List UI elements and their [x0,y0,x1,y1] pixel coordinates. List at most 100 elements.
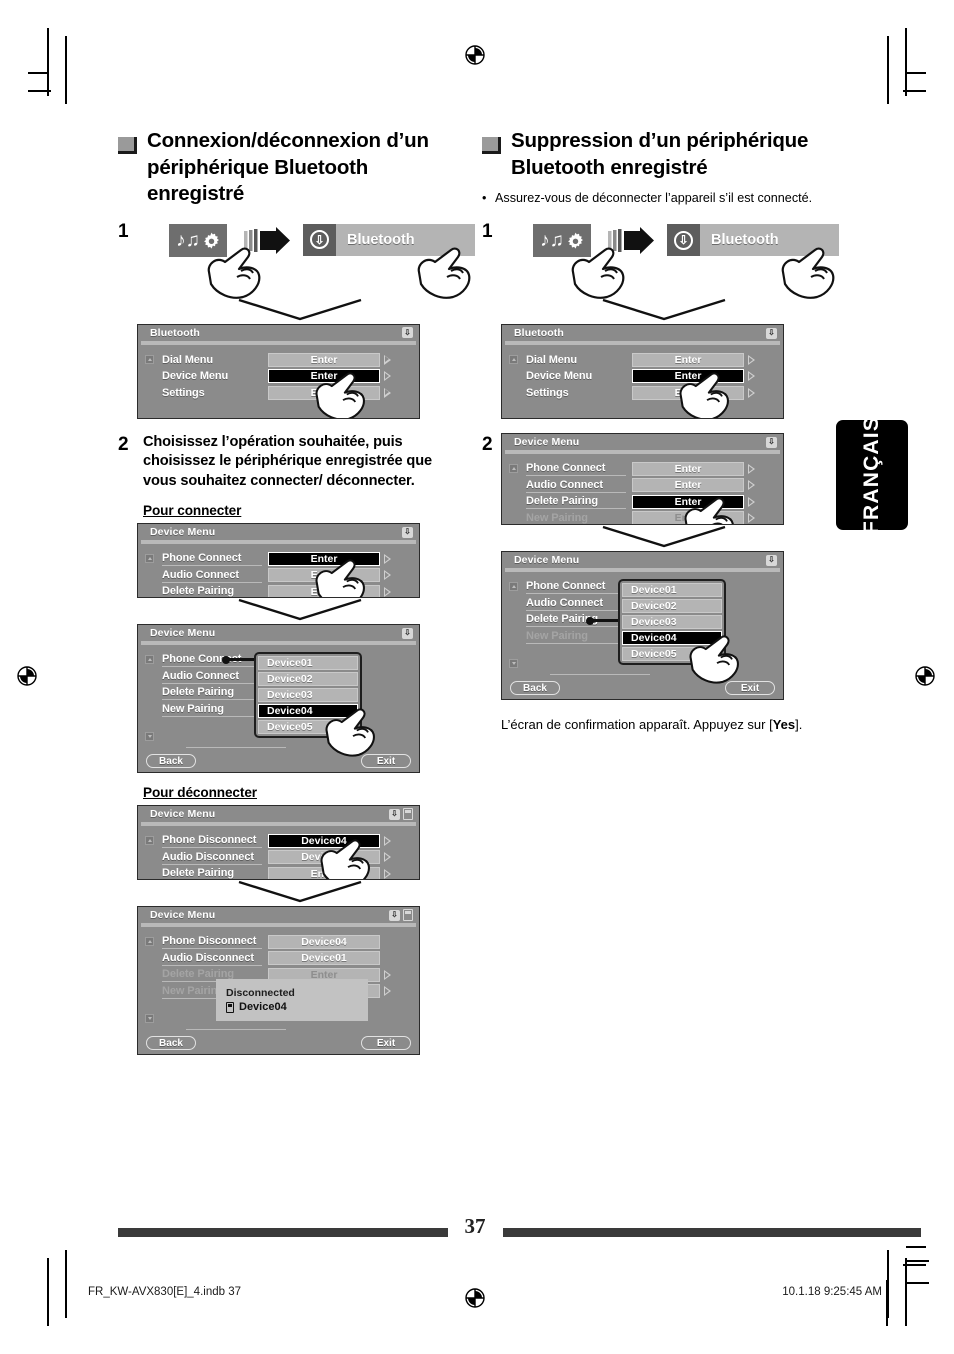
menu-row-value[interactable]: Enter [268,352,380,367]
screen-titlebar: Bluetooth ⇩ [138,324,419,341]
menu-row[interactable]: Delete Pairing Enter [526,494,783,510]
screen-titlebar: Device Menu ⇩ [502,552,783,569]
hand-cursor-icon [323,703,383,758]
chevron-right-icon [384,553,391,564]
chevron-right-icon [748,463,755,474]
menu-row-label: Phone Disconnect [162,934,262,950]
menu-row-label: Phone Connect [526,461,626,477]
bluetooth-status-icon: ⇩ [389,808,400,820]
device-list-item[interactable]: Device03 [258,688,358,703]
menu-row-label: New Pairing [526,511,626,524]
scroll-up-icon[interactable] [145,937,154,947]
footer-rule-left [118,1228,448,1237]
crop-mark-tr-v [905,28,907,96]
menu-row[interactable]: Device Menu Enter [162,368,419,384]
menu-row-value[interactable]: Enter [632,352,744,367]
screen-titlebar: Device Menu ⇩ [502,434,783,451]
crop-mark-tl-v2 [65,36,67,104]
section-heading-connect: Connexion/déconnexion d’un périphérique … [118,128,463,208]
menu-row[interactable]: Phone Disconnect Device04 [162,934,419,950]
menu-row[interactable]: Device Menu Enter [526,369,783,385]
right-step-2: 2 Device Menu ⇩ Phone Connect Enter Audi… [482,433,827,735]
exit-button[interactable]: Exit [361,1036,411,1051]
menu-row[interactable]: Audio Disconnect Device01 [162,951,419,967]
music-note-glyph: ♪♫ [540,230,564,252]
back-button[interactable]: Back [510,681,560,696]
menu-rows: Phone Connect Enter Audio Connect Enter … [162,551,419,598]
scroll-up-icon[interactable] [145,354,154,364]
hand-cursor-icon [677,367,737,419]
chevron-right-icon [748,513,755,524]
menu-rows: Dial Menu Enter Device Menu Enter Settin… [526,352,783,401]
chevron-right-icon [384,387,391,398]
screen-device-menu-connect: Device Menu ⇩ Phone Connect Enter Audio … [137,523,420,599]
screen-title: Device Menu [150,808,216,821]
menu-row[interactable]: Settings Enter [526,385,783,401]
music-note-glyph: ♪♫ [176,229,200,251]
subheading-connect: Pour connecter [143,503,242,519]
menu-row[interactable]: New Pairing Enter [526,511,783,525]
footer-filename: FR_KW-AVX830[E]_4.indb 37 [88,1286,241,1298]
menu-row-label: Audio Connect [526,478,626,493]
scroll-up-icon[interactable] [145,554,154,564]
note-disconnect-first: • Assurez-vous de déconnecter l’appareil… [482,190,827,208]
chevron-right-icon [748,371,755,382]
menu-row-value[interactable]: Enter [632,461,744,476]
menu-row[interactable]: Delete Pairing Enter [162,866,419,880]
chevron-right-icon [384,835,391,846]
menu-row[interactable]: Dial Menu Enter [526,352,783,368]
menu-row[interactable]: Audio Disconnect Device01 [162,850,419,866]
scroll-up-icon[interactable] [145,655,154,665]
device-list-item[interactable]: Device03 [622,615,722,630]
device-list-item[interactable]: Device02 [258,672,358,687]
menu-row[interactable]: Settings Enter [162,385,419,401]
back-button[interactable]: Back [146,1036,196,1051]
scroll-up-icon[interactable] [509,464,518,474]
menu-row[interactable]: Audio Connect Enter [526,478,783,494]
exit-button[interactable]: Exit [361,754,411,769]
menu-row-value[interactable]: Device01 [268,951,380,966]
crop-mark-bl-v [47,1258,49,1326]
section-title-text: Suppression d’un périphérique Bluetooth … [511,129,809,179]
footer-rule-right [503,1228,921,1237]
bluetooth-status-icon: ⇩ [766,554,777,566]
toast-title: Disconnected [226,987,295,1000]
menu-row[interactable]: Audio Connect Enter [162,568,419,584]
chevron-right-icon [384,868,391,879]
chevron-right-icon [384,852,391,863]
menu-row-label: Delete Pairing [526,494,626,510]
section-title-text: Connexion/déconnexion d’un périphérique … [147,129,429,206]
scroll-down-icon[interactable] [145,732,154,742]
device-list-item[interactable]: Device01 [258,656,358,671]
back-button[interactable]: Back [146,754,196,769]
phone-icon [226,1001,234,1013]
chevron-right-icon [384,371,391,382]
phone-status-icon [403,909,413,922]
screen-title: Device Menu [150,526,216,539]
registration-mark-top [462,42,488,68]
menu-row-value[interactable]: Enter [632,478,744,493]
screen-titlebar: Bluetooth ⇩ [502,325,783,342]
scroll-down-icon[interactable] [145,1014,154,1024]
screen-bluetooth-menu: Bluetooth ⇩ Dial Menu Enter Device Menu … [137,323,420,419]
device-list-item[interactable]: Device01 [622,583,722,598]
step-number: 2 [482,434,493,456]
menu-row-value[interactable]: Device04 [268,934,380,949]
bluetooth-status-icon: ⇩ [389,909,400,921]
menu-row[interactable]: Phone Connect Enter [162,551,419,567]
confirmation-note-part2: ]. [795,717,803,733]
scroll-down-icon[interactable] [509,659,518,669]
menu-row[interactable]: Dial Menu Enter [162,352,419,368]
menu-row-label: New Pairing [162,702,262,717]
device-list-item[interactable]: Device02 [622,599,722,614]
scroll-up-icon[interactable] [509,355,518,365]
menu-row-label: Dial Menu [526,353,578,366]
screen-bluetooth-menu: Bluetooth ⇩ Dial Menu Enter Device Menu … [501,324,784,420]
menu-row[interactable]: Phone Connect Enter [526,461,783,477]
exit-button[interactable]: Exit [725,681,775,696]
scroll-up-icon[interactable] [145,836,154,846]
menu-row[interactable]: Phone Disconnect Device04 [162,833,419,849]
menu-row[interactable]: Delete Pairing Enter [162,584,419,598]
scroll-up-icon[interactable] [509,582,518,592]
menu-row-label: Phone Disconnect [162,833,262,849]
